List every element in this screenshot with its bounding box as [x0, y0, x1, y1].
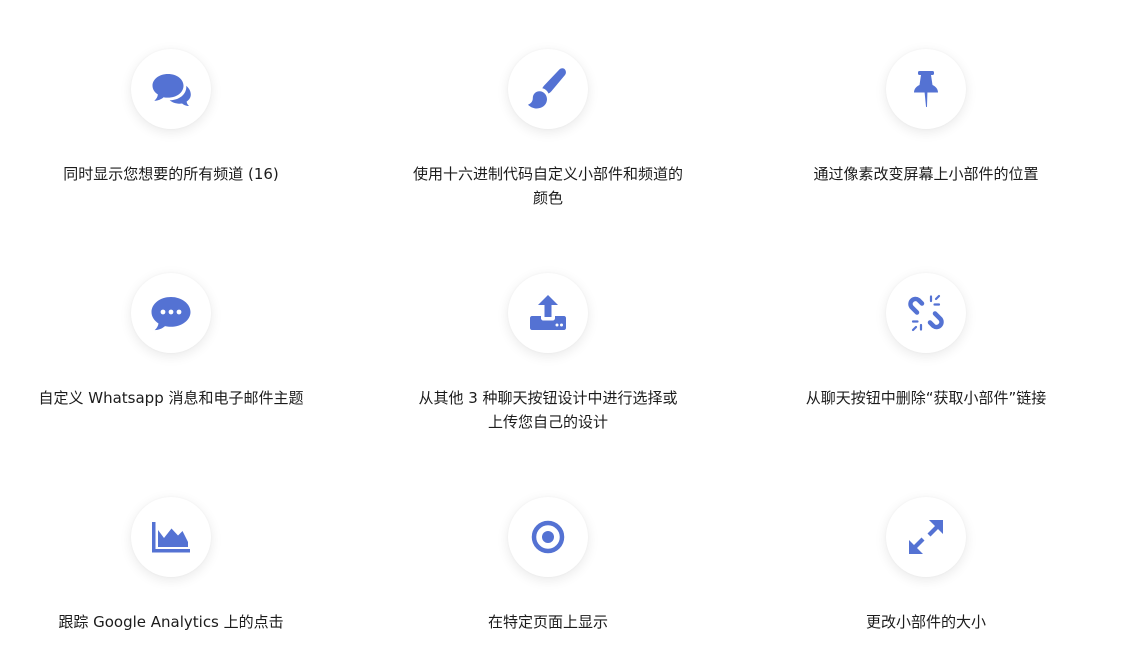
chat-dots-icon	[150, 295, 192, 331]
features-grid: 同时显示您想要的所有频道 (16) 使用十六进制代码自定义小部件和频道的颜色 通…	[0, 0, 1135, 663]
feature-label: 更改小部件的大小	[865, 613, 986, 631]
feature-icon-circle	[131, 49, 211, 129]
feature-remove-link: 从聊天按钮中删除“获取小部件”链接	[776, 273, 1076, 410]
feature-analytics: 跟踪 Google Analytics 上的点击	[21, 497, 321, 634]
feature-icon-circle	[131, 497, 211, 577]
feature-label: 通过像素改变屏幕上小部件的位置	[813, 165, 1039, 183]
feature-icon-circle	[508, 273, 588, 353]
feature-label: 同时显示您想要的所有频道 (16)	[63, 165, 279, 183]
upload-icon	[528, 294, 568, 332]
feature-label: 从聊天按钮中删除“获取小部件”链接	[805, 389, 1047, 407]
feature-icon-circle	[886, 273, 966, 353]
unlink-icon	[906, 293, 946, 333]
feature-icon-circle	[508, 497, 588, 577]
feature-label: 在特定页面上显示	[487, 613, 608, 631]
feature-pages: 在特定页面上显示	[398, 497, 698, 634]
feature-position: 通过像素改变屏幕上小部件的位置	[776, 49, 1076, 186]
feature-icon-circle	[886, 49, 966, 129]
feature-size: 更改小部件的大小	[776, 497, 1076, 634]
feature-messages: 自定义 Whatsapp 消息和电子邮件主题	[21, 273, 321, 410]
feature-label: 使用十六进制代码自定义小部件和频道的颜色	[413, 165, 684, 207]
feature-label: 从其他 3 种聊天按钮设计中进行选择或上传您自己的设计	[418, 389, 678, 431]
feature-colors: 使用十六进制代码自定义小部件和频道的颜色	[398, 49, 698, 210]
feature-label: 跟踪 Google Analytics 上的点击	[58, 613, 284, 631]
feature-icon-circle	[886, 497, 966, 577]
feature-designs: 从其他 3 种聊天按钮设计中进行选择或上传您自己的设计	[398, 273, 698, 434]
pushpin-icon	[912, 69, 940, 109]
feature-icon-circle	[508, 49, 588, 129]
chat-bubbles-icon	[151, 72, 191, 106]
paintbrush-icon	[528, 67, 568, 111]
feature-label: 自定义 Whatsapp 消息和电子邮件主题	[38, 389, 304, 407]
feature-icon-circle	[131, 273, 211, 353]
area-chart-icon	[150, 520, 192, 554]
feature-channels: 同时显示您想要的所有频道 (16)	[21, 49, 321, 186]
resize-arrows-icon	[907, 518, 945, 556]
target-icon	[530, 519, 566, 555]
